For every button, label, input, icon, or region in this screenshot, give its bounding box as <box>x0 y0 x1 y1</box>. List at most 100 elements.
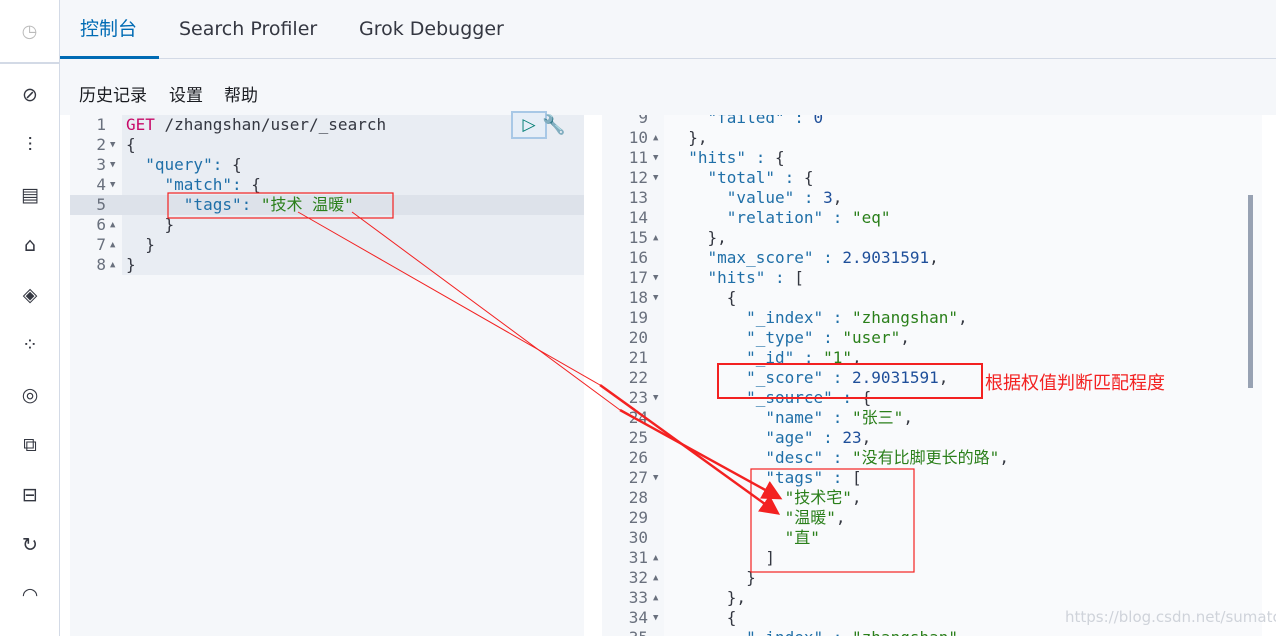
code-line: 28 "技术宅", <box>602 488 1262 508</box>
code-line: 32 ▲ } <box>602 568 1262 588</box>
line-number: 34 <box>628 608 648 627</box>
line-number: 12 <box>628 168 648 187</box>
code-line: 11 ▼ "hits" : { <box>602 148 1262 168</box>
code-text: "_type" : "user", <box>746 328 910 347</box>
line-number: 4 <box>96 175 106 194</box>
unfold-toggle-icon[interactable]: ▲ <box>110 215 115 235</box>
fold-toggle-icon[interactable]: ▼ <box>110 155 115 175</box>
unfold-toggle-icon[interactable]: ▲ <box>110 235 115 255</box>
code-text: "value" : 3, <box>726 188 843 207</box>
code-text: "hits" : [ <box>707 268 804 287</box>
request-editor[interactable]: 1 GET /zhangshan/user/_search 2 ▼{3 ▼ "query… <box>70 115 584 636</box>
code-line: 29 "温暖", <box>602 508 1262 528</box>
fold-toggle-icon[interactable]: ▼ <box>653 288 658 308</box>
code-line: 12 ▼ "total" : { <box>602 168 1262 188</box>
line-number: 13 <box>628 188 648 207</box>
code-line: 25 "age" : 23, <box>602 428 1262 448</box>
apm-icon[interactable]: ⊟ <box>0 484 60 506</box>
line-number: 16 <box>628 248 648 267</box>
code-text: } <box>126 215 175 234</box>
code-line: 6 ▲ } <box>70 215 584 235</box>
code-text: "温暖", <box>784 508 846 527</box>
code-line: 3 ▼ "query": { <box>70 155 584 175</box>
line-number: 8 <box>96 255 106 274</box>
code-text: } <box>126 235 155 254</box>
code-line: 20 "_type" : "user", <box>602 328 1262 348</box>
code-line: 14 "relation" : "eq" <box>602 208 1262 228</box>
fold-toggle-icon[interactable]: ▼ <box>653 168 658 188</box>
line-number: 27 <box>628 468 648 487</box>
tab-console[interactable]: 控制台 <box>60 0 159 59</box>
uptime-icon[interactable]: ↻ <box>0 534 60 556</box>
unfold-toggle-icon[interactable]: ▲ <box>110 255 115 275</box>
code-text: "技术宅", <box>784 488 862 507</box>
code-text: "_index" : "zhangshan", <box>669 628 968 636</box>
response-scrollbar[interactable] <box>1248 195 1253 388</box>
code-text: "name" : "张三", <box>765 408 913 427</box>
code-text: } <box>126 255 136 274</box>
code-text: "_id" : "1", <box>746 348 862 367</box>
unfold-toggle-icon[interactable]: ▲ <box>653 228 658 248</box>
clock-icon: ◷ <box>21 20 38 42</box>
line-number: 20 <box>628 328 648 347</box>
ml-icon[interactable]: ⁘ <box>0 334 60 356</box>
fold-toggle-icon[interactable]: ▼ <box>653 148 658 168</box>
unfold-toggle-icon[interactable]: ▲ <box>653 128 658 148</box>
unfold-toggle-icon[interactable]: ▲ <box>653 588 658 608</box>
canvas-icon[interactable]: ⌂ <box>0 234 60 256</box>
fold-toggle-icon[interactable]: ▼ <box>110 135 115 155</box>
code-line: 30 "直" <box>602 528 1262 548</box>
line-number: 26 <box>628 448 648 467</box>
unfold-toggle-icon[interactable]: ▲ <box>653 548 658 568</box>
code-line: 24 "name" : "张三", <box>602 408 1262 428</box>
code-text: "_index" : "zhangshan", <box>746 308 968 327</box>
line-number: 3 <box>96 155 106 174</box>
line-number: 1 <box>96 115 106 134</box>
line-number: 7 <box>96 235 106 254</box>
code-text: "tags": "技术 温暖" <box>183 195 354 214</box>
code-text: "failed" : 0 <box>707 115 824 127</box>
code-line: 21 "_id" : "1", <box>602 348 1262 368</box>
siem-icon[interactable]: ◠ <box>0 584 60 606</box>
code-line: 26 "desc" : "没有比脚更长的路", <box>602 448 1262 468</box>
visualize-icon[interactable]: ⫶ <box>0 134 60 156</box>
request-options-button[interactable]: 🔧 <box>542 113 566 136</box>
tab-search-profiler[interactable]: Search Profiler <box>179 0 317 59</box>
fold-toggle-icon[interactable]: ▼ <box>653 468 658 488</box>
fold-toggle-icon[interactable]: ▼ <box>653 268 658 288</box>
watermark: https://blog.csdn.net/sumatch <box>1065 608 1276 626</box>
tab-grok-debugger[interactable]: Grok Debugger <box>359 0 504 59</box>
fold-toggle-icon[interactable]: ▼ <box>653 388 658 408</box>
line-number: 15 <box>628 228 648 247</box>
line-number: 25 <box>628 428 648 447</box>
code-area-empty <box>122 275 584 636</box>
help-link[interactable]: 帮助 <box>224 81 258 106</box>
logs-icon[interactable]: ⧉ <box>0 434 60 456</box>
settings-link[interactable]: 设置 <box>169 81 203 106</box>
fold-toggle-icon[interactable]: ▼ <box>653 608 658 628</box>
line-number: 14 <box>628 208 648 227</box>
recent-button[interactable]: ◷ <box>0 0 59 64</box>
code-text: { <box>126 135 136 154</box>
code-line: 4 ▼ "match": { <box>70 175 584 195</box>
fold-toggle-icon[interactable]: ▼ <box>110 175 115 195</box>
console-menu: 历史记录 设置 帮助 <box>60 59 1276 115</box>
code-text: "total" : { <box>707 168 814 187</box>
line-number: 21 <box>628 348 648 367</box>
code-line: 8 ▲} <box>70 255 584 275</box>
code-line: 35 "_index" : "zhangshan", <box>602 628 1262 636</box>
line-number: 28 <box>628 488 648 507</box>
dev-tools-tabs: 控制台 Search Profiler Grok Debugger <box>60 0 1276 59</box>
code-text: "age" : 23, <box>765 428 872 447</box>
history-link[interactable]: 历史记录 <box>79 81 147 106</box>
maps-icon[interactable]: ◈ <box>0 284 60 306</box>
code-text: "query": { <box>145 155 242 174</box>
compass-icon[interactable]: ⊘ <box>0 84 60 106</box>
code-text: "直" <box>784 528 820 547</box>
unfold-toggle-icon[interactable]: ▲ <box>653 568 658 588</box>
code-line: 7 ▲ } <box>70 235 584 255</box>
code-text: }, <box>669 128 708 147</box>
metrics-icon[interactable]: ◎ <box>0 384 60 406</box>
code-text: "max_score" : 2.9031591, <box>707 248 939 267</box>
dashboard-icon[interactable]: ▤ <box>0 184 60 206</box>
